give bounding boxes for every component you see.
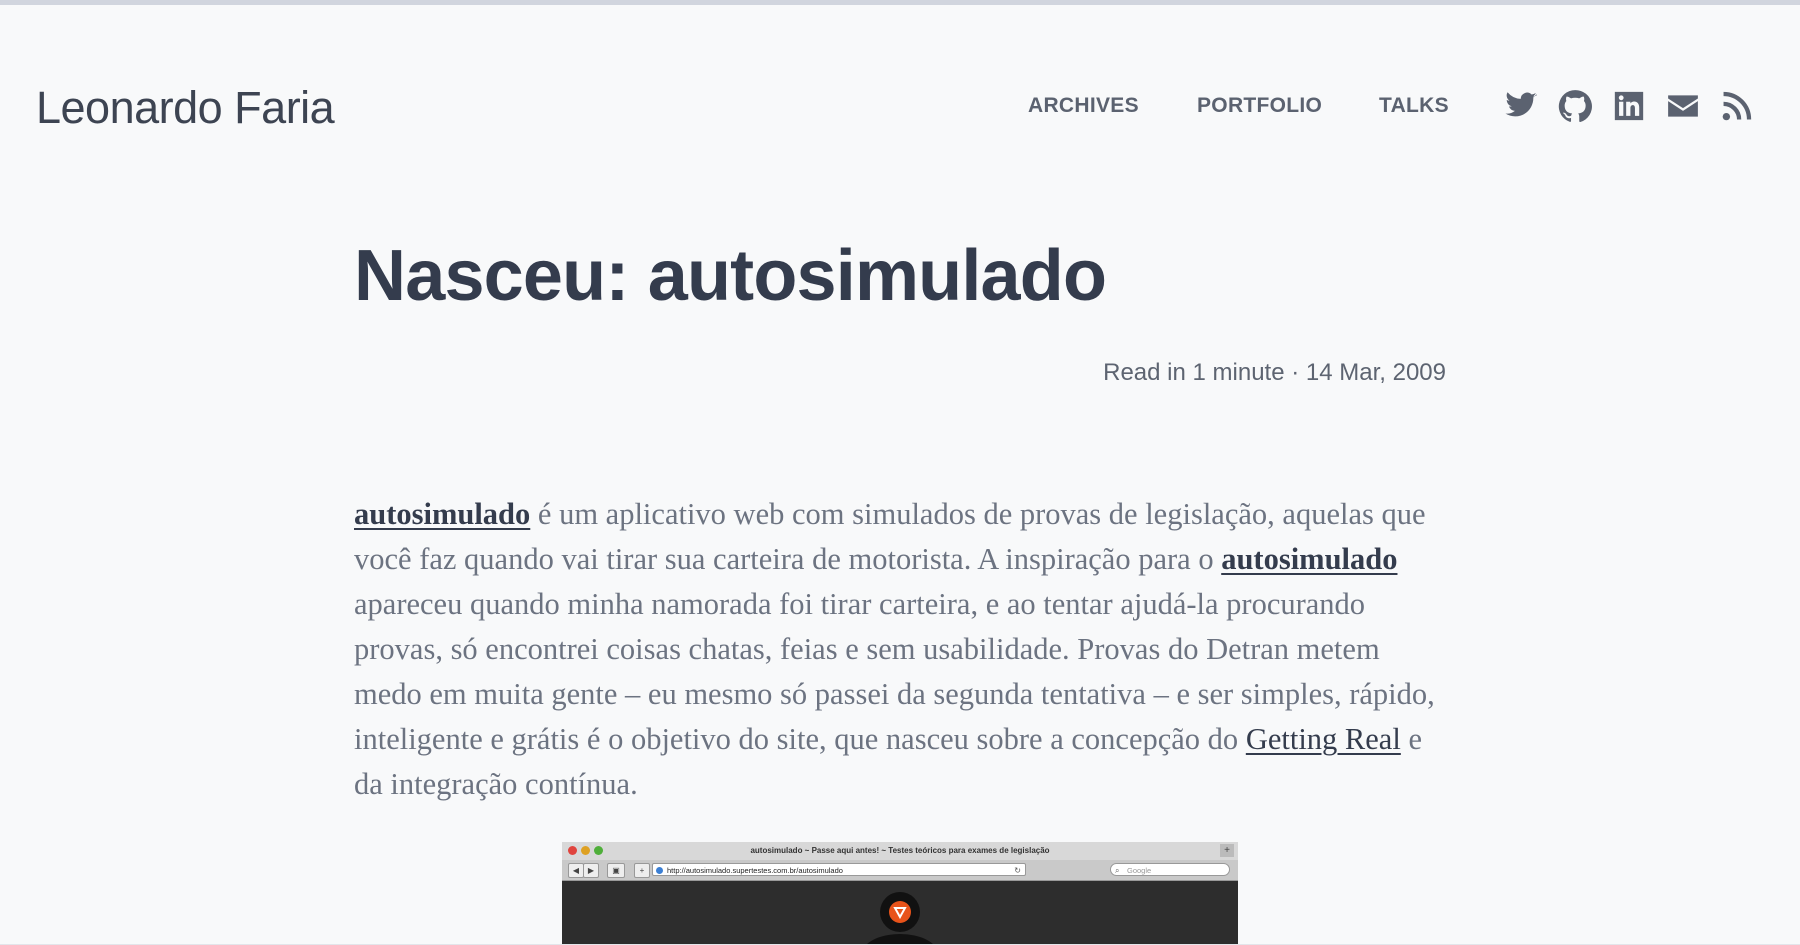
github-icon[interactable]: [1558, 89, 1592, 123]
site-brand-link[interactable]: Leonardo Faria: [36, 80, 335, 136]
autosimulado-link[interactable]: autosimulado: [354, 497, 530, 531]
search-icon: ⌕: [1115, 866, 1120, 875]
mail-icon[interactable]: [1666, 89, 1700, 123]
globe-icon: [656, 867, 663, 874]
nav-talks[interactable]: TALKS: [1379, 94, 1449, 118]
screenshot-search-field: ⌕ Google: [1110, 863, 1230, 876]
screenshot-window-title: autosimulado ~ Passe aqui antes! ~ Teste…: [750, 846, 1050, 855]
screenshot-toolbar: ◀ ▶ ▣ + http://autosimulado.supertestes.…: [562, 860, 1238, 881]
rss-icon[interactable]: [1720, 89, 1754, 123]
getting-real-link[interactable]: Getting Real: [1246, 722, 1401, 756]
linkedin-icon[interactable]: [1612, 89, 1646, 123]
add-bookmark-icon: +: [634, 863, 650, 878]
post-screenshot-image: autosimulado ~ Passe aqui antes! ~ Teste…: [562, 842, 1238, 945]
post-body: autosimulado é um aplicativo web com sim…: [354, 492, 1449, 807]
new-tab-icon: +: [1220, 844, 1234, 857]
post-meta: Read in 1 minute · 14 Mar, 2009: [1103, 359, 1446, 386]
post-title: Nasceu: autosimulado: [354, 236, 1107, 316]
view-icon: ▣: [607, 863, 625, 878]
screenshot-search-placeholder: Google: [1127, 866, 1152, 875]
back-arrow-icon: ◀: [568, 863, 584, 878]
twitter-icon[interactable]: [1504, 89, 1538, 123]
reload-icon: ↻: [1014, 866, 1021, 875]
autosimulado-link-2[interactable]: autosimulado: [1221, 542, 1397, 576]
screenshot-url-bar: http://autosimulado.supertestes.com.br/a…: [652, 863, 1026, 876]
nav-archives[interactable]: ARCHIVES: [1028, 94, 1139, 118]
screenshot-url-text: http://autosimulado.supertestes.com.br/a…: [667, 866, 843, 875]
screenshot-window-titlebar: autosimulado ~ Passe aqui antes! ~ Teste…: [562, 842, 1238, 860]
forward-arrow-icon: ▶: [583, 863, 599, 878]
nav-portfolio[interactable]: PORTFOLIO: [1197, 94, 1322, 118]
site-header: Leonardo Faria ARCHIVES PORTFOLIO TALKS: [0, 0, 1800, 160]
autosimulado-logo-icon: [880, 892, 920, 932]
